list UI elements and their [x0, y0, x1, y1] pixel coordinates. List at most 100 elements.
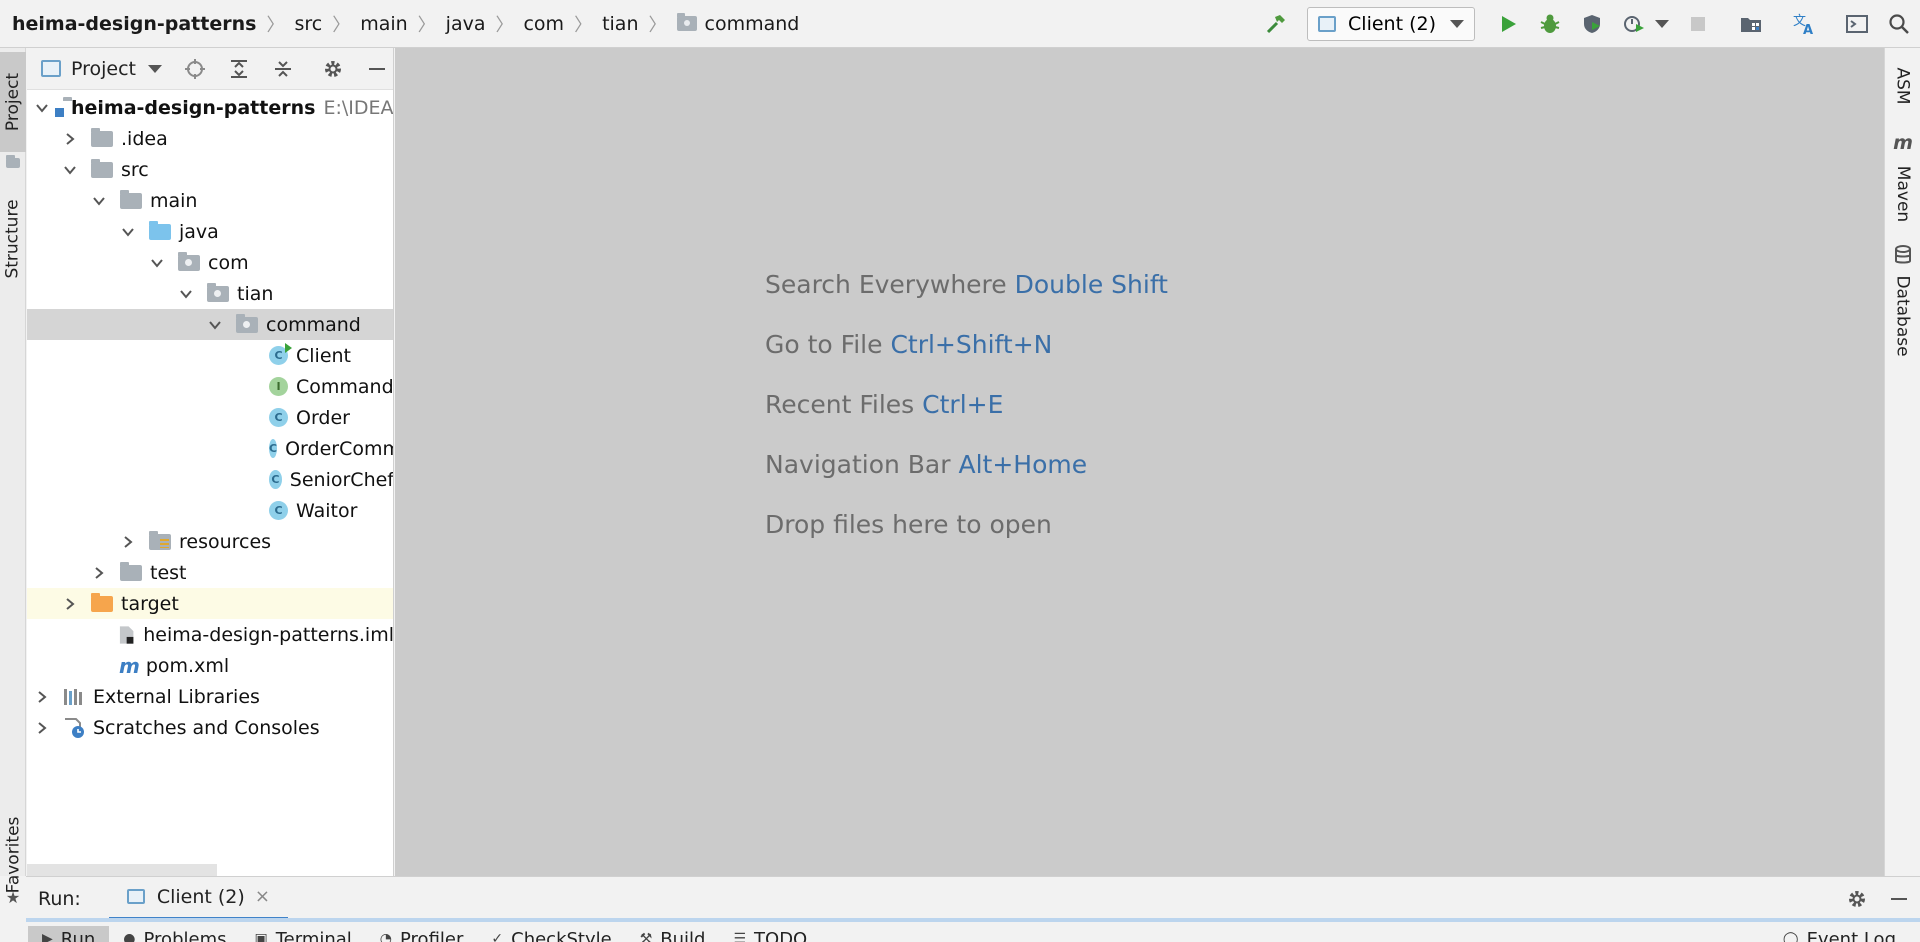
chevron-down-icon — [1450, 20, 1464, 28]
search-everywhere-button[interactable] — [1881, 6, 1917, 42]
tree-node-resources[interactable]: resources — [27, 526, 393, 557]
translate-button[interactable]: 文A — [1786, 6, 1822, 42]
chevron-right-icon[interactable] — [121, 535, 135, 549]
chevron-right-icon[interactable] — [63, 597, 77, 611]
tree-node-target[interactable]: target — [27, 588, 393, 619]
tree-node-label: resources — [179, 530, 272, 553]
terminal-toggle-button[interactable] — [1839, 6, 1875, 42]
tree-node-order[interactable]: C Order — [27, 402, 393, 433]
tree-node-tian[interactable]: tian — [27, 278, 393, 309]
run-configuration-select[interactable]: Client (2) — [1307, 7, 1475, 41]
bottom-tab-label: Terminal — [275, 928, 352, 942]
horizontal-scrollbar[interactable] — [27, 864, 217, 876]
stop-button[interactable] — [1680, 6, 1716, 42]
tree-node-main[interactable]: main — [27, 185, 393, 216]
chevron-down-icon[interactable] — [150, 256, 164, 270]
tree-node-label: heima-design-patterns.iml — [143, 623, 394, 646]
bottom-tab-build[interactable]: ⚒ Build — [626, 926, 720, 942]
tree-node-client[interactable]: C Client — [27, 340, 393, 371]
interface-icon: I — [269, 377, 288, 396]
tab-maven[interactable]: Maven — [1885, 154, 1920, 234]
editor-empty-area[interactable]: Search Everywhere Double Shift Go to Fil… — [395, 48, 1884, 876]
tree-node-label: src — [121, 158, 149, 181]
tree-node-com[interactable]: com — [27, 247, 393, 278]
navigation-bar: heima-design-patterns 〉 src 〉 main 〉 jav… — [0, 0, 1920, 48]
tree-node-test[interactable]: test — [27, 557, 393, 588]
chevron-right-icon[interactable] — [63, 132, 77, 146]
tree-node-label: pom.xml — [145, 654, 230, 677]
expand-all-icon[interactable] — [228, 58, 250, 80]
gear-icon[interactable] — [322, 58, 344, 80]
bottom-tab-checkstyle[interactable]: ✓ CheckStyle — [477, 926, 625, 942]
breadcrumb-command[interactable]: command — [676, 0, 799, 47]
coverage-shield-icon — [1584, 15, 1600, 33]
chevron-right-icon[interactable] — [35, 721, 49, 735]
bottom-tab-profiler[interactable]: ◔ Profiler — [366, 926, 478, 942]
breadcrumb-main[interactable]: main — [360, 0, 407, 47]
gear-icon[interactable] — [1839, 881, 1875, 917]
breadcrumb-tian[interactable]: tian — [602, 0, 638, 47]
bottom-tab-todo[interactable]: ☰ TODO — [719, 926, 821, 942]
tree-node-senior-chef[interactable]: C SeniorChef — [27, 464, 393, 495]
tree-node-command[interactable]: command — [27, 309, 393, 340]
tab-asm[interactable]: ASM — [1885, 56, 1920, 116]
chevron-down-icon[interactable] — [179, 287, 193, 301]
chevron-down-icon[interactable] — [35, 101, 49, 115]
bottom-tab-run[interactable]: ▶ Run — [28, 926, 110, 942]
tree-node-src[interactable]: src — [27, 154, 393, 185]
chevron-down-icon[interactable] — [121, 225, 135, 239]
project-structure-button[interactable] — [1733, 6, 1769, 42]
run-tab-client[interactable]: Client (2) × — [108, 877, 288, 921]
chevron-down-icon[interactable] — [208, 318, 222, 332]
breadcrumb-com[interactable]: com — [523, 0, 564, 47]
resources-folder-icon — [149, 530, 171, 550]
module-file-icon — [119, 625, 134, 644]
chevron-down-icon[interactable] — [1655, 20, 1669, 28]
breadcrumb-java[interactable]: java — [446, 0, 486, 47]
breadcrumb-project[interactable]: heima-design-patterns — [12, 0, 256, 47]
maven-icon: m — [119, 653, 140, 678]
tree-node-pom[interactable]: m pom.xml — [27, 650, 393, 681]
bottom-tab-label: Run — [60, 928, 96, 942]
tree-node-external-libraries[interactable]: External Libraries — [27, 681, 393, 712]
tree-node-java[interactable]: java — [27, 216, 393, 247]
folder-icon — [120, 561, 142, 581]
chevron-down-icon[interactable] — [148, 64, 163, 73]
bottom-tab-problems[interactable]: ● Problems — [109, 926, 240, 942]
bottom-tab-event-log[interactable]: ◯ Event Log — [1769, 926, 1910, 942]
tree-node-label: .idea — [121, 127, 168, 150]
run-button[interactable] — [1490, 6, 1526, 42]
tree-node-scratches[interactable]: Scratches and Consoles — [27, 712, 393, 743]
hide-icon[interactable] — [366, 58, 388, 80]
tree-node-idea[interactable]: .idea — [27, 123, 393, 154]
collapse-all-icon[interactable] — [272, 58, 294, 80]
tree-node-label: com — [208, 251, 249, 274]
run-configuration-label: Client (2) — [1348, 13, 1436, 35]
locate-icon[interactable] — [184, 58, 206, 80]
tab-asm-label: ASM — [1893, 67, 1913, 105]
bottom-tab-terminal[interactable]: ▣ Terminal — [240, 926, 365, 942]
tree-node-label: Command — [296, 375, 394, 398]
chevron-right-icon[interactable] — [92, 566, 106, 580]
chevron-down-icon[interactable] — [92, 194, 106, 208]
chevron-down-icon[interactable] — [63, 163, 77, 177]
tree-node-iml[interactable]: heima-design-patterns.iml — [27, 619, 394, 650]
project-view-select[interactable]: Project — [71, 58, 136, 80]
tree-node-root[interactable]: heima-design-patterns E:\IDEACo — [27, 92, 393, 123]
tab-structure[interactable]: Structure — [0, 174, 26, 304]
tree-node-order-command[interactable]: C OrderComm — [27, 433, 393, 464]
tab-project-label: Project — [3, 72, 24, 132]
run-with-coverage-button[interactable] — [1574, 6, 1610, 42]
chevron-right-icon[interactable] — [35, 690, 49, 704]
close-icon[interactable]: × — [255, 886, 270, 907]
tab-project[interactable]: Project — [0, 52, 26, 152]
debug-button[interactable] — [1532, 6, 1568, 42]
tab-maven-label: Maven — [1893, 165, 1914, 223]
tree-node-waitor[interactable]: C Waitor — [27, 495, 393, 526]
tab-database[interactable]: Database — [1885, 266, 1920, 366]
hide-icon[interactable] — [1881, 881, 1917, 917]
profile-button[interactable] — [1616, 6, 1652, 42]
build-button[interactable] — [1258, 6, 1294, 42]
breadcrumb-src[interactable]: src — [294, 0, 322, 47]
tree-node-command-interface[interactable]: I Command — [27, 371, 394, 402]
